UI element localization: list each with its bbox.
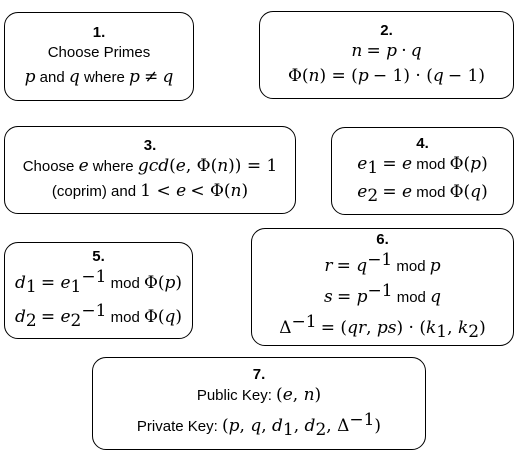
step-formula: Δ−1 = (qr, ps) · (k1, k2): [279, 311, 486, 342]
step-formula: Φ(n) = (p − 1) · (q − 1): [287, 65, 486, 86]
private-key: Private Key: (p, q, d1, d2, Δ−1): [136, 409, 382, 440]
step-4-box: 4. e1 = e mod Φ(p) e2 = e mod Φ(q): [331, 127, 514, 215]
step-7-box: 7. Public Key: (e, n) Private Key: (p, q…: [92, 357, 426, 450]
step-title: Choose Primes: [47, 43, 151, 61]
public-key: Public Key: (e, n): [196, 384, 322, 405]
step-formula: p and q where p ≠ q: [24, 66, 174, 87]
step-2-box: 2. n = p · q Φ(n) = (p − 1) · (q − 1): [259, 11, 514, 99]
step-formula: (coprim) and 1 < e < Φ(n): [51, 180, 249, 201]
step-number: 6.: [376, 230, 389, 248]
step-formula: Choose e where gcd(e, Φ(n)) = 1: [22, 155, 278, 176]
step-5-box: 5. d1 = e1−1 mod Φ(p) d2 = e2−1 mod Φ(q): [4, 242, 193, 339]
step-1-box: 1. Choose Primes p and q where p ≠ q: [4, 12, 194, 101]
step-number: 4.: [416, 134, 429, 152]
step-formula: e2 = e mod Φ(q): [357, 181, 488, 206]
step-6-box: 6. r = q−1 mod p s = p−1 mod q Δ−1 = (qr…: [251, 228, 514, 346]
step-formula: d2 = e2−1 mod Φ(q): [14, 301, 183, 331]
step-formula: n = p · q: [351, 40, 422, 61]
step-formula: e1 = e mod Φ(p): [357, 153, 488, 178]
step-number: 3.: [143, 136, 157, 154]
step-number: 7.: [252, 365, 266, 383]
step-number: 5.: [92, 248, 105, 265]
step-formula: r = q−1 mod p: [324, 249, 441, 276]
step-3-box: 3. Choose e where gcd(e, Φ(n)) = 1 (copr…: [4, 126, 296, 214]
step-number: 2.: [380, 21, 393, 39]
step-formula: s = p−1 mod q: [324, 280, 441, 307]
step-number: 1.: [92, 23, 106, 41]
step-formula: d1 = e1−1 mod Φ(p): [14, 267, 183, 297]
